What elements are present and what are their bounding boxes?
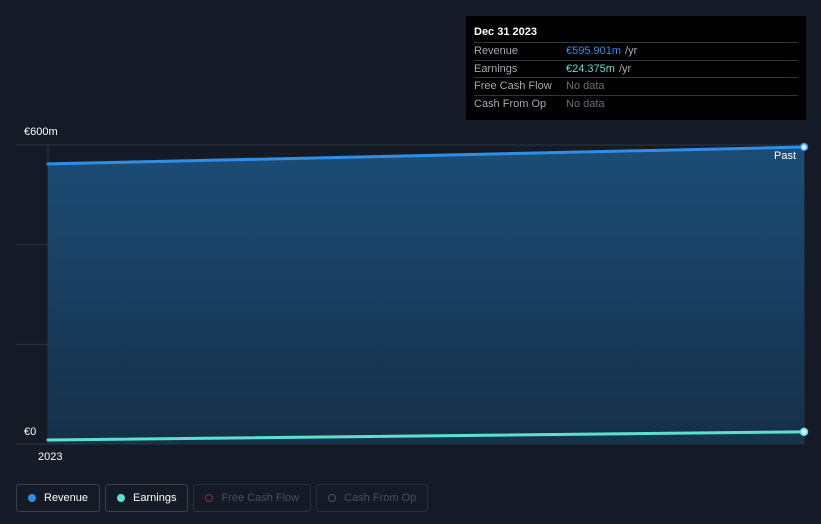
tooltip-label: Cash From Op xyxy=(474,97,547,110)
tooltip-row-revenue: Revenue €595.901m /yr xyxy=(474,42,798,60)
data-tooltip: Dec 31 2023 Revenue €595.901m /yr Earnin… xyxy=(466,16,806,120)
legend-label: Earnings xyxy=(133,492,177,504)
y-tick-label-top: €600m xyxy=(24,126,58,138)
tooltip-label: Earnings xyxy=(474,62,518,75)
legend-label: Revenue xyxy=(44,492,89,504)
tooltip-row-earnings: Earnings €24.375m /yr xyxy=(474,59,798,78)
tooltip-row-free-cash-flow: Free Cash Flow No data xyxy=(474,77,798,95)
revenue-dot-icon xyxy=(28,494,36,502)
legend-toggle-revenue[interactable]: Revenue xyxy=(16,484,101,512)
legend-toggle-earnings[interactable]: Earnings xyxy=(105,484,189,512)
y-tick-label-bottom: €0 xyxy=(24,426,37,438)
point-earnings-end xyxy=(799,427,809,437)
tooltip-value: No data xyxy=(566,97,605,110)
x-tick-label-2023: 2023 xyxy=(38,451,63,463)
legend-label: Free Cash Flow xyxy=(221,492,300,504)
tooltip-row-cash-from-op: Cash From Op No data xyxy=(474,94,798,113)
series-areas xyxy=(48,147,804,444)
area-revenue xyxy=(48,147,804,444)
earnings-dot-icon xyxy=(117,494,126,502)
tooltip-label: Revenue xyxy=(474,45,519,57)
chart-legend: Revenue Earnings Free Cash Flow Cash Fro… xyxy=(16,484,429,512)
legend-toggle-cash-from-op[interactable]: Cash From Op xyxy=(316,484,429,512)
tooltip-value: No data xyxy=(566,80,605,92)
tooltip-unit: /yr xyxy=(618,62,632,75)
tooltip-date: Dec 31 2023 xyxy=(474,26,537,38)
tooltip-unit: /yr xyxy=(625,45,638,57)
cash-from-op-ring-icon xyxy=(328,494,337,502)
past-annotation: Past xyxy=(774,150,797,162)
legend-toggle-free-cash-flow[interactable]: Free Cash Flow xyxy=(193,484,312,512)
tooltip-label: Free Cash Flow xyxy=(474,80,552,92)
legend-label: Cash From Op xyxy=(344,492,417,504)
tooltip-value: €595.901m xyxy=(566,45,622,57)
point-revenue-end xyxy=(799,142,809,152)
free-cash-flow-ring-icon xyxy=(205,494,214,502)
tooltip-value: €24.375m xyxy=(566,62,615,75)
